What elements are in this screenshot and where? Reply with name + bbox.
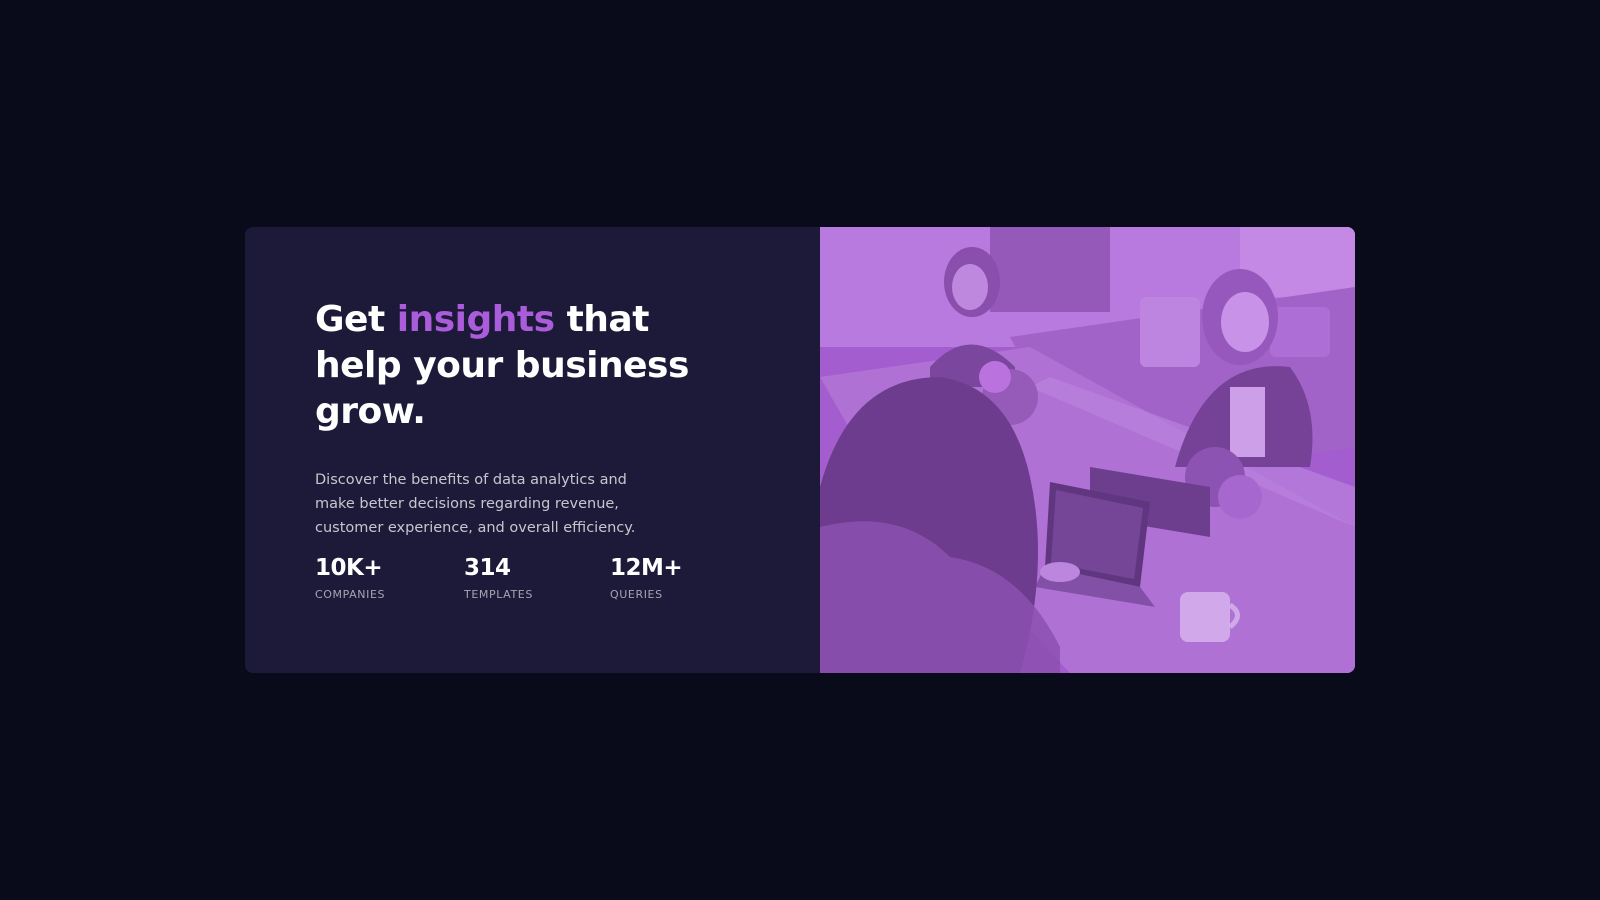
- headline-start: Get: [315, 299, 385, 340]
- stats-row: 10K+ COMPANIES 314 TEMPLATES 12M+ QUERIE…: [315, 554, 730, 601]
- stat-label: TEMPLATES: [464, 588, 533, 601]
- headline: Get insights that help your business gro…: [315, 297, 735, 435]
- stats-preview-card: Get insights that help your business gro…: [245, 227, 1355, 673]
- stat-label: COMPANIES: [315, 588, 386, 601]
- headline-accent: insights: [396, 299, 555, 340]
- card-content: Get insights that help your business gro…: [245, 227, 820, 673]
- description: Discover the benefits of data analytics …: [315, 472, 636, 536]
- stat-templates: 314 TEMPLATES: [464, 554, 610, 601]
- stat-queries: 12M+ QUERIES: [610, 554, 730, 601]
- stat-value: 10K+: [315, 555, 383, 581]
- hero-image: [820, 227, 1355, 673]
- stat-label: QUERIES: [610, 588, 663, 601]
- stat-value: 314: [464, 555, 511, 581]
- stat-companies: 10K+ COMPANIES: [315, 554, 464, 601]
- office-photo-illustration: [820, 227, 1355, 673]
- stat-value: 12M+: [610, 555, 683, 581]
